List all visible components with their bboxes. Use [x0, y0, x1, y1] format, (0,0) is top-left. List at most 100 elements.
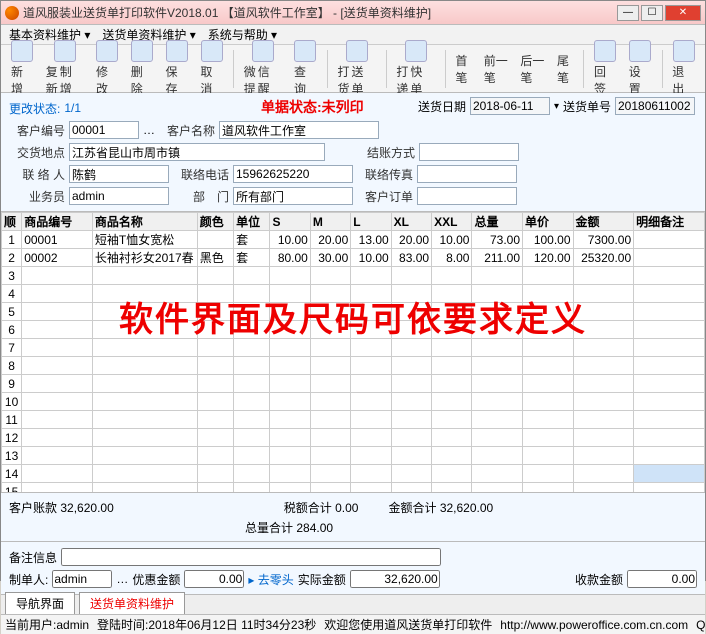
- col-price[interactable]: 单价: [523, 213, 574, 231]
- cust-name-input[interactable]: [219, 121, 379, 139]
- minimize-button[interactable]: —: [617, 5, 639, 21]
- fax-label: 联络传真: [357, 166, 413, 183]
- contact-label: 联 络 人: [9, 166, 65, 183]
- table-row[interactable]: 9: [2, 375, 705, 393]
- table-row[interactable]: 4: [2, 285, 705, 303]
- col-unit[interactable]: 单位: [234, 213, 270, 231]
- cust-name-label: 客户名称: [159, 122, 215, 139]
- discount-input[interactable]: [184, 570, 244, 588]
- wechat-icon: [252, 40, 274, 62]
- delivery-date-input[interactable]: [470, 97, 550, 115]
- cust-no-label: 客户编号: [9, 122, 65, 139]
- col-name[interactable]: 商品名称: [92, 213, 197, 231]
- exit-button[interactable]: 退 出: [666, 38, 701, 99]
- dept-input[interactable]: [233, 187, 353, 205]
- table-row[interactable]: 6: [2, 321, 705, 339]
- col-code[interactable]: 商品编号: [22, 213, 93, 231]
- calendar-icon[interactable]: ▾: [554, 101, 559, 112]
- query-button[interactable]: 查 询: [288, 38, 323, 99]
- col-amt[interactable]: 金额: [573, 213, 634, 231]
- detail-grid[interactable]: 顺商品编号商品名称颜色单位SMLXLXXL总量单价金额明细备注100001短袖T…: [1, 212, 705, 492]
- wechat-button[interactable]: 微信提醒: [238, 38, 288, 99]
- prev-button[interactable]: 前一笔: [478, 50, 515, 88]
- maker-input[interactable]: [52, 570, 112, 588]
- print-delivery-icon: [346, 40, 368, 62]
- print-express-button-label: 打快递单: [396, 63, 434, 97]
- cancel-button-label: 取 消: [200, 63, 223, 97]
- next-button[interactable]: 后一笔: [514, 50, 551, 88]
- table-row[interactable]: 3: [2, 267, 705, 285]
- col-rn[interactable]: 顺: [2, 213, 22, 231]
- fax-input[interactable]: [417, 165, 517, 183]
- table-row[interactable]: 7: [2, 339, 705, 357]
- save-icon: [166, 40, 188, 62]
- tab-nav[interactable]: 导航界面: [5, 592, 75, 614]
- status-user: admin: [56, 618, 89, 632]
- close-button[interactable]: ✕: [665, 5, 701, 21]
- phone-label: 联络电话: [173, 166, 229, 183]
- new-button[interactable]: 新 增: [5, 38, 40, 99]
- col-l[interactable]: L: [351, 213, 391, 231]
- table-row[interactable]: 12: [2, 429, 705, 447]
- save-button[interactable]: 保 存: [160, 38, 195, 99]
- table-row[interactable]: 13: [2, 447, 705, 465]
- col-memo[interactable]: 明细备注: [634, 213, 705, 231]
- custord-label: 客户订单: [357, 188, 413, 205]
- table-row[interactable]: 10: [2, 393, 705, 411]
- delete-button-label: 删 除: [131, 63, 154, 97]
- delete-button[interactable]: 删 除: [125, 38, 160, 99]
- maker-lookup-icon[interactable]: …: [116, 572, 128, 586]
- wipe-zero-link[interactable]: ▸ 去零头: [248, 571, 293, 588]
- table-row[interactable]: 8: [2, 357, 705, 375]
- col-qty[interactable]: 总量: [472, 213, 523, 231]
- phone-input[interactable]: [233, 165, 353, 183]
- table-row[interactable]: 14: [2, 465, 705, 483]
- custord-input[interactable]: [417, 187, 517, 205]
- settle-input[interactable]: [419, 143, 519, 161]
- col-xl[interactable]: XL: [391, 213, 431, 231]
- address-label: 交货地点: [9, 144, 65, 161]
- first-button-label: 首笔: [455, 52, 471, 86]
- qty-total-label: 总量合计: [245, 521, 293, 535]
- table-row[interactable]: 5: [2, 303, 705, 321]
- print-express-button[interactable]: 打快递单: [390, 38, 440, 99]
- query-button-label: 查 询: [294, 63, 317, 97]
- address-input[interactable]: [69, 143, 325, 161]
- print-express-icon: [405, 40, 427, 62]
- discount-label: 优惠金额: [132, 571, 180, 588]
- table-row[interactable]: 200002长袖衬衫女2017春黑色套80.0030.0010.0083.008…: [2, 249, 705, 267]
- col-s[interactable]: S: [270, 213, 310, 231]
- table-row[interactable]: 11: [2, 411, 705, 429]
- col-m[interactable]: M: [310, 213, 350, 231]
- col-color[interactable]: 颜色: [197, 213, 233, 231]
- table-row[interactable]: 100001短袖T恤女宽松套10.0020.0013.0020.0010.007…: [2, 231, 705, 249]
- receive-input[interactable]: [627, 570, 697, 588]
- maximize-button[interactable]: ☐: [641, 5, 663, 21]
- salesman-input[interactable]: [69, 187, 169, 205]
- print-delivery-button[interactable]: 打送货单: [331, 38, 381, 99]
- settings-button[interactable]: 设 置: [623, 38, 658, 99]
- first-button[interactable]: 首笔: [449, 50, 477, 88]
- tab-delivery[interactable]: 送货单资料维护: [79, 592, 185, 614]
- amount-total-label: 金额合计: [388, 501, 436, 515]
- delivery-no-input[interactable]: [615, 97, 695, 115]
- cancel-button[interactable]: 取 消: [194, 38, 229, 99]
- cust-no-input[interactable]: [69, 121, 139, 139]
- col-xxl[interactable]: XXL: [432, 213, 472, 231]
- cust-ar-value: 32,620.00: [60, 501, 113, 515]
- status-site: http://www.poweroffice.com.cn.com: [500, 618, 688, 632]
- maker-label: 制单人:: [9, 571, 48, 588]
- dept-label: 部 门: [173, 188, 229, 205]
- contact-input[interactable]: [69, 165, 169, 183]
- last-button[interactable]: 尾笔: [551, 50, 579, 88]
- real-amount-label: 实际金额: [298, 571, 346, 588]
- cancel-icon: [201, 40, 223, 62]
- copy-new-button[interactable]: 复制新增: [40, 38, 90, 99]
- new-button-label: 新 增: [11, 63, 34, 97]
- memo-input[interactable]: [61, 548, 441, 566]
- status-login: 2018年06月12日 11时34分23秒: [148, 618, 316, 632]
- edit-button[interactable]: 修 改: [90, 38, 125, 99]
- reply-button[interactable]: 回 签: [588, 38, 623, 99]
- table-row[interactable]: 15: [2, 483, 705, 493]
- lookup-icon[interactable]: …: [143, 123, 155, 137]
